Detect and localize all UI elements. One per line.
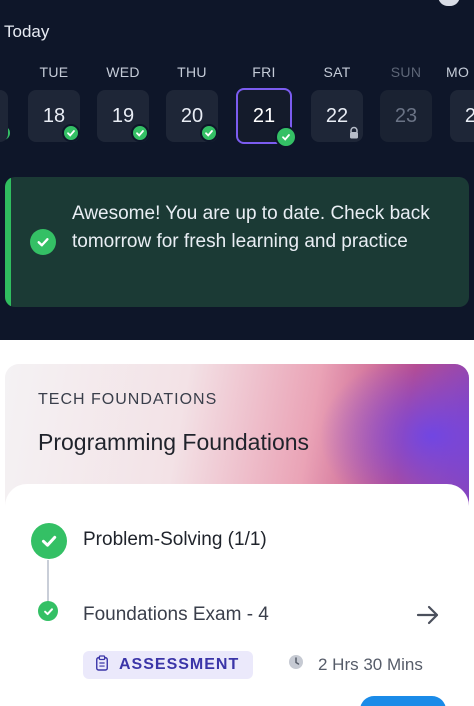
clipboard-icon bbox=[95, 654, 109, 676]
day-label-wed: WED bbox=[106, 64, 140, 80]
day-label-tue: TUE bbox=[39, 64, 69, 80]
day-24[interactable]: 24 bbox=[450, 90, 474, 142]
day-label-sat: SAT bbox=[323, 64, 351, 80]
assessment-item-title[interactable]: Foundations Exam - 4 bbox=[83, 604, 269, 626]
profile-avatar[interactable] bbox=[438, 0, 460, 6]
banner-message: Awesome! You are up to date. Check back … bbox=[72, 203, 430, 252]
day-23[interactable]: 23 bbox=[380, 90, 432, 142]
banner-accent-bar bbox=[5, 177, 11, 307]
timeline-connector bbox=[47, 560, 49, 605]
day-17[interactable] bbox=[0, 90, 8, 142]
calendar-header: Today TUE WED THU FRI SAT SUN MO 18 19 2… bbox=[0, 0, 474, 340]
arrow-right-icon[interactable] bbox=[414, 601, 442, 629]
course-category: TECH FOUNDATIONS bbox=[38, 391, 218, 408]
lock-icon bbox=[347, 126, 361, 140]
check-icon bbox=[131, 124, 149, 142]
assessment-tag: ASSESSMENT bbox=[83, 651, 254, 679]
clock-icon bbox=[288, 654, 304, 675]
assessment-tag-label: ASSESSMENT bbox=[119, 656, 240, 673]
day-label-sun: SUN bbox=[390, 64, 422, 80]
check-icon bbox=[62, 124, 80, 142]
day-label-mon: MO bbox=[446, 64, 470, 80]
day-label-thu: THU bbox=[177, 64, 207, 80]
check-icon bbox=[275, 126, 297, 148]
floating-action-button[interactable] bbox=[360, 696, 446, 706]
course-title: Programming Foundations bbox=[38, 429, 310, 455]
check-icon bbox=[200, 124, 218, 142]
check-icon bbox=[38, 601, 58, 621]
check-icon bbox=[31, 523, 67, 559]
page-title: Today bbox=[4, 22, 50, 41]
duration-text: 2 Hrs 30 Mins bbox=[318, 654, 423, 674]
section-title: Problem-Solving (1/1) bbox=[83, 529, 267, 550]
day-label-fri: FRI bbox=[252, 64, 276, 80]
duration: 2 Hrs 30 Mins bbox=[288, 654, 423, 675]
check-icon bbox=[30, 229, 56, 255]
